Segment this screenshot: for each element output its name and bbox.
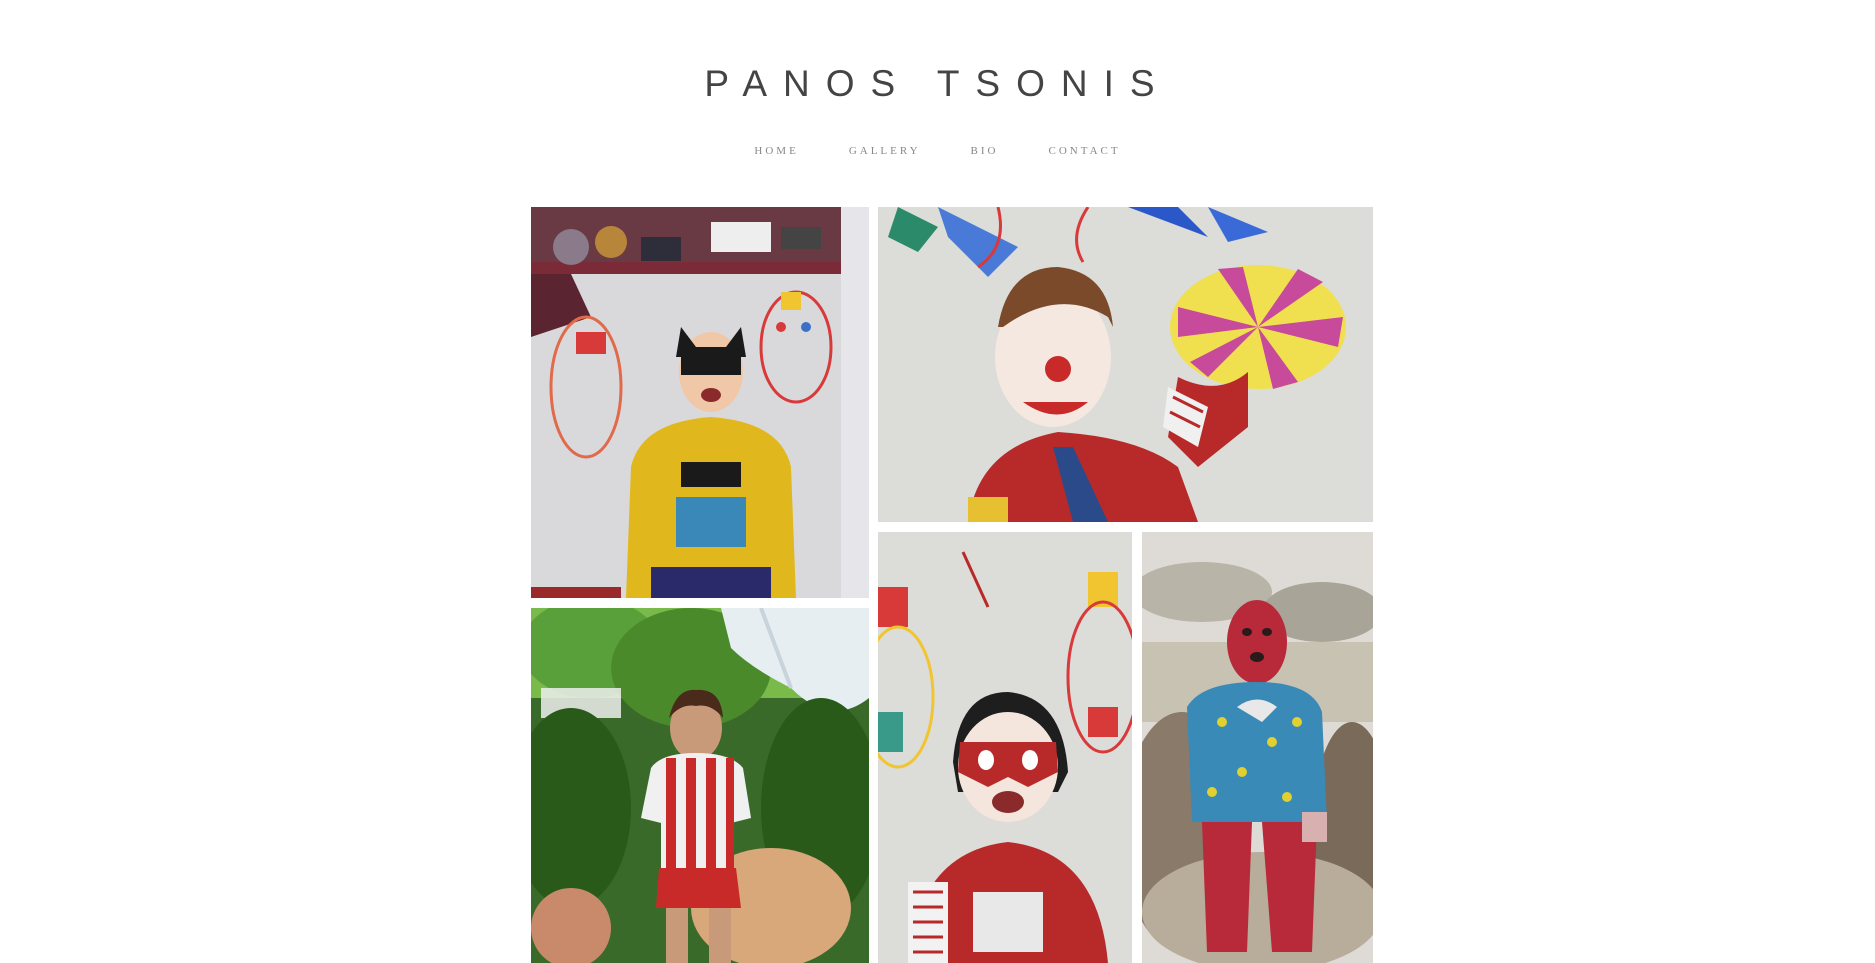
gallery-image-clown-child[interactable] (878, 207, 1373, 522)
site-title[interactable]: PANOS TSONIS (0, 62, 1875, 106)
main-nav: HOME GALLERY BIO CONTACT (0, 143, 1875, 159)
nav-home[interactable]: HOME (729, 143, 823, 159)
nav-contact[interactable]: CONTACT (1024, 143, 1146, 159)
nav-gallery[interactable]: GALLERY (824, 143, 946, 159)
nav-bio[interactable]: BIO (946, 143, 1024, 159)
gallery-image-striped-shirt-child[interactable] (531, 608, 869, 963)
gallery-image-balaclava-child[interactable] (1142, 532, 1373, 963)
gallery-image-red-mask-child[interactable] (878, 532, 1132, 963)
gallery-image-batman-child[interactable] (531, 207, 869, 598)
